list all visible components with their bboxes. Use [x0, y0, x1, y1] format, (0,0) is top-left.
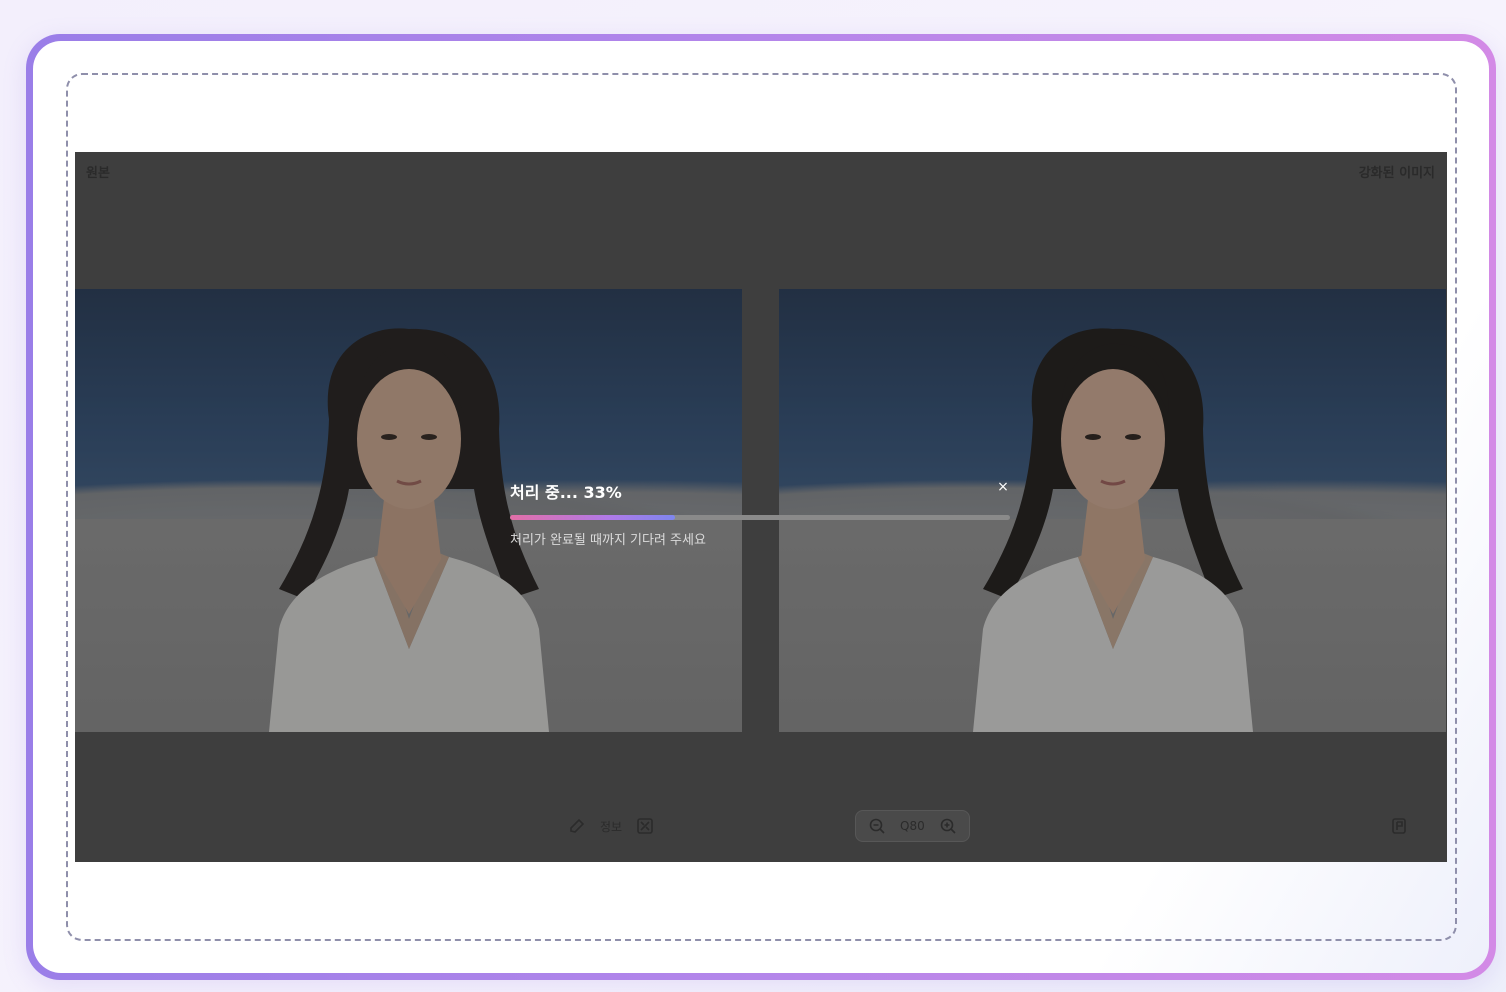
zoom-control: Q80: [855, 810, 970, 842]
zoom-out-icon[interactable]: [868, 817, 886, 835]
progress-subtitle: 처리가 완료될 때까지 기다려 주세요: [510, 533, 706, 548]
flag-icon[interactable]: [1390, 817, 1408, 835]
compare-icon[interactable]: [636, 817, 654, 835]
progress-track: [510, 515, 1010, 520]
zoom-in-icon[interactable]: [939, 817, 957, 835]
progress-dialog: 처리 중... 33% × 처리가 완료될 때까지 기다려 주세요: [510, 477, 1010, 557]
progress-title: 처리 중... 33%: [510, 483, 622, 502]
close-icon[interactable]: ×: [996, 480, 1010, 494]
progress-fill: [510, 515, 675, 520]
info-label[interactable]: 정보: [600, 818, 622, 835]
image-toolbar: 정보: [568, 813, 654, 839]
zoom-value: Q80: [900, 819, 925, 833]
edit-icon[interactable]: [568, 817, 586, 835]
side-toolbar: [1390, 813, 1408, 839]
